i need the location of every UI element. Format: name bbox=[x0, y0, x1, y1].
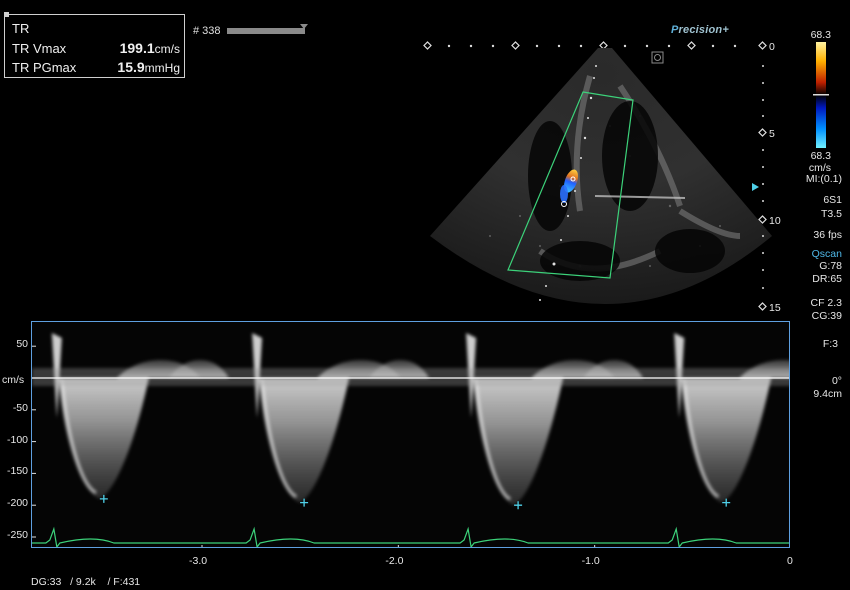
top-dotted-line bbox=[423, 41, 737, 50]
velocity-tick-label: -200 bbox=[6, 497, 28, 510]
doppler-settings-readout: DG:33 / 9.2k / F:431 bbox=[31, 576, 141, 588]
tr-vmax-value: 199.1cm/s bbox=[119, 40, 180, 56]
time-tick-label: -2.0 bbox=[385, 555, 404, 567]
time-tick-label: -1.0 bbox=[581, 555, 600, 567]
angle-label: 0° bbox=[831, 375, 842, 387]
focus-marker-icon[interactable] bbox=[752, 183, 759, 191]
mechanical-index: MI:(0.1) bbox=[805, 173, 842, 185]
precision-logo: Precision+ bbox=[671, 24, 729, 36]
gain-label: G:78 bbox=[819, 260, 842, 272]
velocity-unit: cm/s bbox=[2, 374, 25, 386]
filter-label: F:3 bbox=[822, 338, 838, 350]
ecg-trace bbox=[32, 526, 789, 547]
frame-number: # 338 bbox=[193, 25, 221, 37]
depth-label-10: 10 bbox=[769, 215, 781, 227]
color-frequency-label: CF 2.3 bbox=[810, 297, 842, 309]
cine-position-marker[interactable] bbox=[300, 24, 308, 29]
velocity-tick-label: -250 bbox=[6, 529, 28, 541]
time-tick-label: -3.0 bbox=[189, 555, 208, 567]
colorscale-top: 68.3 bbox=[810, 29, 831, 41]
echo-sector-image: 0 5 10 15 bbox=[423, 41, 781, 314]
velocity-tick-label: -100 bbox=[6, 433, 28, 446]
probe-label: 6S1 bbox=[823, 194, 842, 206]
velocity-axis: 50 -50 -100 -150 -200 -250 bbox=[4, 0, 34, 590]
spectral-doppler-panel[interactable] bbox=[31, 321, 790, 548]
depth-label-15: 15 bbox=[769, 302, 781, 314]
velocity-tick-label: 50 bbox=[16, 338, 28, 351]
cine-scrollbar[interactable] bbox=[227, 28, 305, 34]
tissue-harmonic-label: T3.5 bbox=[820, 208, 842, 220]
depth-scale-dots bbox=[762, 65, 764, 289]
colorscale-bottom: 68.3 bbox=[810, 150, 831, 162]
baseline-noise bbox=[32, 368, 789, 386]
color-velocity-scale bbox=[813, 42, 829, 148]
frame-rate: 36 fps bbox=[813, 229, 842, 241]
orientation-marker bbox=[651, 51, 664, 64]
sample-depth-label: 9.4cm bbox=[813, 388, 842, 400]
velocity-tick-label: -150 bbox=[6, 465, 28, 478]
depth-label-5: 5 bbox=[769, 128, 775, 140]
velocity-tick-label: -50 bbox=[12, 401, 28, 414]
tr-pgmax-value: 15.9mmHg bbox=[117, 59, 180, 75]
time-tick-label: 0 bbox=[787, 555, 793, 567]
qscan-label: Qscan bbox=[811, 248, 842, 260]
depth-label-0: 0 bbox=[769, 41, 775, 53]
color-gain-label: CG:39 bbox=[811, 310, 842, 322]
dynamic-range-label: DR:65 bbox=[812, 273, 842, 285]
spectral-doppler-trace bbox=[32, 333, 789, 547]
